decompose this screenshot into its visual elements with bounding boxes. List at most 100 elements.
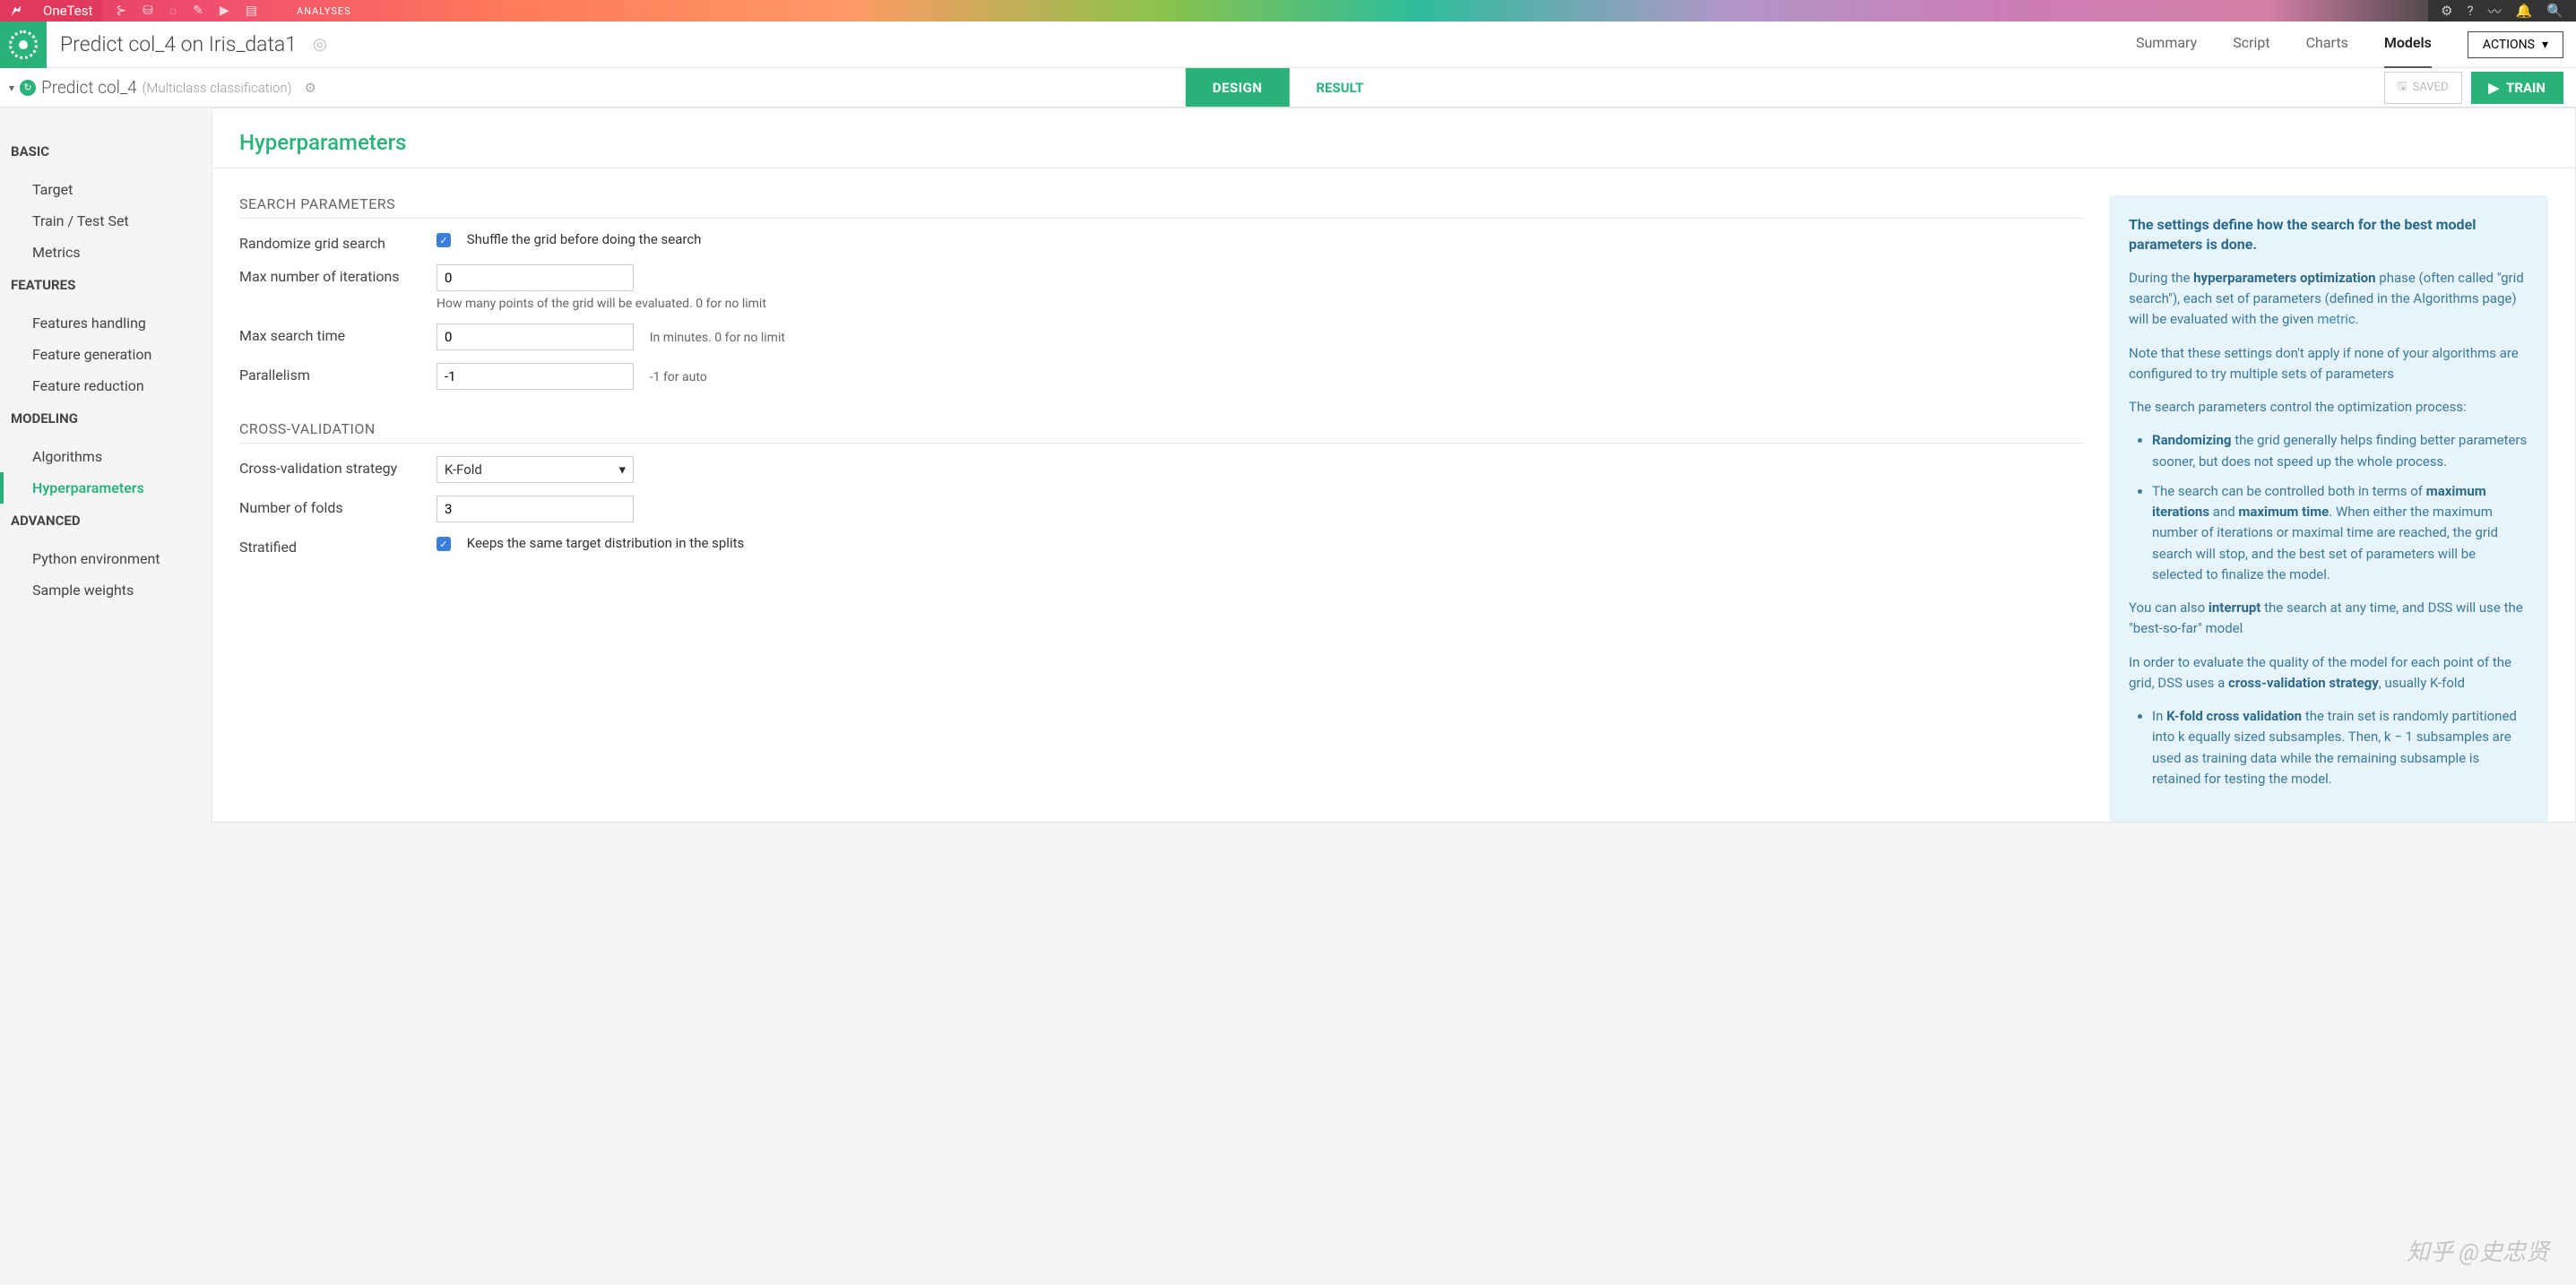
- form-area: SEARCH PARAMETERS Randomize grid search …: [239, 195, 2082, 822]
- sidebar: BASIC Target Train / Test Set Metrics FE…: [0, 108, 212, 823]
- info-panel: The settings define how the search for t…: [2109, 195, 2548, 822]
- sidebar-section-basic: BASIC: [11, 143, 201, 160]
- breadcrumb-settings-icon[interactable]: ⚙: [305, 80, 316, 96]
- header: Predict col_4 on Iris_data1 ◎ Summary Sc…: [0, 22, 2576, 68]
- page-title: Predict col_4 on Iris_data1: [47, 32, 297, 56]
- randomize-label: Randomize grid search: [239, 231, 437, 252]
- max-time-input[interactable]: [437, 323, 634, 350]
- app-logo[interactable]: [0, 0, 32, 22]
- dashboards-icon[interactable]: ▤: [246, 4, 257, 18]
- recipes-icon[interactable]: ◌: [169, 4, 177, 19]
- header-tabs: Summary Script Charts Models: [2136, 34, 2468, 55]
- row-folds: Number of folds: [239, 496, 2082, 522]
- cv-strategy-value: K-Fold: [445, 461, 482, 478]
- bird-icon: [9, 4, 23, 18]
- row-parallelism: Parallelism -1 for auto: [239, 363, 2082, 390]
- info-p3: The search parameters control the optimi…: [2129, 397, 2528, 418]
- search-icon[interactable]: 🔍: [2546, 3, 2563, 19]
- sidebar-section-features: FEATURES: [11, 277, 201, 293]
- sidebar-item-train-test[interactable]: Train / Test Set: [11, 205, 201, 237]
- folds-label: Number of folds: [239, 496, 437, 516]
- sidebar-item-target[interactable]: Target: [11, 174, 201, 205]
- info-li2: The search can be controlled both in ter…: [2152, 481, 2528, 585]
- tab-design[interactable]: DESIGN: [1186, 68, 1290, 107]
- sidebar-item-algorithms[interactable]: Algorithms: [11, 441, 201, 472]
- info-title: The settings define how the search for t…: [2129, 215, 2528, 255]
- content-header-card: Hyperparameters: [212, 108, 2576, 168]
- row-randomize: Randomize grid search ✓ Shuffle the grid…: [239, 231, 2082, 252]
- cross-validation-header: CROSS-VALIDATION: [239, 420, 2082, 444]
- stratified-checkbox[interactable]: ✓: [437, 537, 451, 551]
- parallelism-input[interactable]: [437, 363, 634, 390]
- save-icon: 🖫: [2398, 78, 2407, 98]
- sidebar-item-metrics[interactable]: Metrics: [11, 237, 201, 268]
- tab-result[interactable]: RESULT: [1289, 68, 1390, 107]
- tab-summary[interactable]: Summary: [2136, 34, 2197, 55]
- info-li3: In K-fold cross validation the train set…: [2152, 706, 2528, 789]
- info-p5: In order to evaluate the quality of the …: [2129, 652, 2528, 694]
- analyses-label[interactable]: ANALYSES: [270, 5, 351, 17]
- stratified-label: Stratified: [239, 535, 437, 556]
- metric-link[interactable]: metric: [2317, 311, 2356, 327]
- train-label: TRAIN: [2506, 80, 2546, 96]
- content-body: SEARCH PARAMETERS Randomize grid search …: [212, 168, 2576, 823]
- settings-icon[interactable]: ⚙: [2441, 3, 2452, 19]
- actions-button[interactable]: ACTIONS▾: [2468, 31, 2563, 58]
- jobs-icon[interactable]: ▶: [220, 4, 229, 18]
- notifications-icon[interactable]: 🔔: [2516, 3, 2533, 19]
- actions-label: ACTIONS: [2483, 38, 2535, 52]
- folds-input[interactable]: [437, 496, 634, 522]
- sidebar-item-python-env[interactable]: Python environment: [11, 543, 201, 574]
- content-title: Hyperparameters: [239, 130, 2548, 155]
- breadcrumb-title[interactable]: Predict col_4: [41, 77, 137, 98]
- content: Hyperparameters SEARCH PARAMETERS Random…: [212, 108, 2576, 823]
- info-p2: Note that these settings don't apply if …: [2129, 343, 2528, 385]
- cv-strategy-select[interactable]: K-Fold ▾: [437, 456, 634, 483]
- topbar-nav-icons: ⊱ ⛁ ◌ ✎ ▶ ▤: [103, 0, 270, 22]
- breadcrumb-subtitle: (Multiclass classification): [143, 80, 292, 96]
- row-cv-strategy: Cross-validation strategy K-Fold ▾: [239, 456, 2082, 483]
- tab-script[interactable]: Script: [2233, 34, 2269, 55]
- breadcrumb: ▾ ↻ Predict col_4 (Multiclass classifica…: [0, 77, 316, 98]
- topbar: OneTest ⊱ ⛁ ◌ ✎ ▶ ▤ ANALYSES ⚙ ? 〰 🔔 🔍: [0, 0, 2576, 22]
- breadcrumb-model-icon[interactable]: ↻: [20, 80, 36, 96]
- randomize-checkbox[interactable]: ✓: [437, 233, 451, 247]
- row-stratified: Stratified ✓ Keeps the same target distr…: [239, 535, 2082, 556]
- sidebar-item-feature-reduction[interactable]: Feature reduction: [11, 370, 201, 401]
- subheader-actions: 🖫SAVED ▶ TRAIN: [2384, 72, 2563, 104]
- topbar-left: OneTest ⊱ ⛁ ◌ ✎ ▶ ▤ ANALYSES: [0, 0, 351, 22]
- randomize-hint: Shuffle the grid before doing the search: [467, 231, 702, 247]
- activity-icon[interactable]: 〰: [2488, 2, 2502, 21]
- notebooks-icon[interactable]: ✎: [193, 4, 203, 18]
- sidebar-item-sample-weights[interactable]: Sample weights: [11, 574, 201, 606]
- design-result-tabs: DESIGN RESULT: [1186, 68, 1391, 107]
- watermark: 知乎 @史忠贤: [2407, 1234, 2549, 1267]
- info-p1: During the hyperparameters optimization …: [2129, 268, 2528, 331]
- info-list1: Randomizing the grid generally helps fin…: [2129, 430, 2528, 585]
- project-name[interactable]: OneTest: [32, 0, 103, 22]
- tab-models[interactable]: Models: [2384, 34, 2432, 69]
- sidebar-section-modeling: MODELING: [11, 410, 201, 427]
- main: BASIC Target Train / Test Set Metrics FE…: [0, 108, 2576, 823]
- datasets-icon[interactable]: ⛁: [143, 4, 153, 18]
- help-icon[interactable]: ?: [2468, 3, 2474, 19]
- sidebar-item-feature-generation[interactable]: Feature generation: [11, 339, 201, 370]
- cv-strategy-label: Cross-validation strategy: [239, 456, 437, 477]
- max-iter-input[interactable]: [437, 264, 634, 291]
- flow-icon[interactable]: ⊱: [116, 4, 126, 18]
- analysis-icon[interactable]: [0, 22, 47, 68]
- sidebar-item-hyperparameters[interactable]: Hyperparameters: [0, 472, 201, 504]
- tab-charts[interactable]: Charts: [2306, 34, 2348, 55]
- row-max-iterations: Max number of iterations How many points…: [239, 264, 2082, 311]
- info-li1: Randomizing the grid generally helps fin…: [2152, 430, 2528, 472]
- train-button[interactable]: ▶ TRAIN: [2471, 72, 2564, 104]
- target-icon[interactable]: ◎: [313, 35, 327, 54]
- breadcrumb-caret-icon[interactable]: ▾: [9, 82, 14, 94]
- max-time-hint: In minutes. 0 for no limit: [650, 331, 785, 345]
- stratified-hint: Keeps the same target distribution in th…: [467, 535, 745, 551]
- play-icon: ▶: [2489, 80, 2500, 96]
- sidebar-item-features-handling[interactable]: Features handling: [11, 307, 201, 339]
- info-list2: In K-fold cross validation the train set…: [2129, 706, 2528, 789]
- topbar-right: ⚙ ? 〰 🔔 🔍: [2428, 0, 2576, 22]
- saved-button[interactable]: 🖫SAVED: [2384, 72, 2462, 104]
